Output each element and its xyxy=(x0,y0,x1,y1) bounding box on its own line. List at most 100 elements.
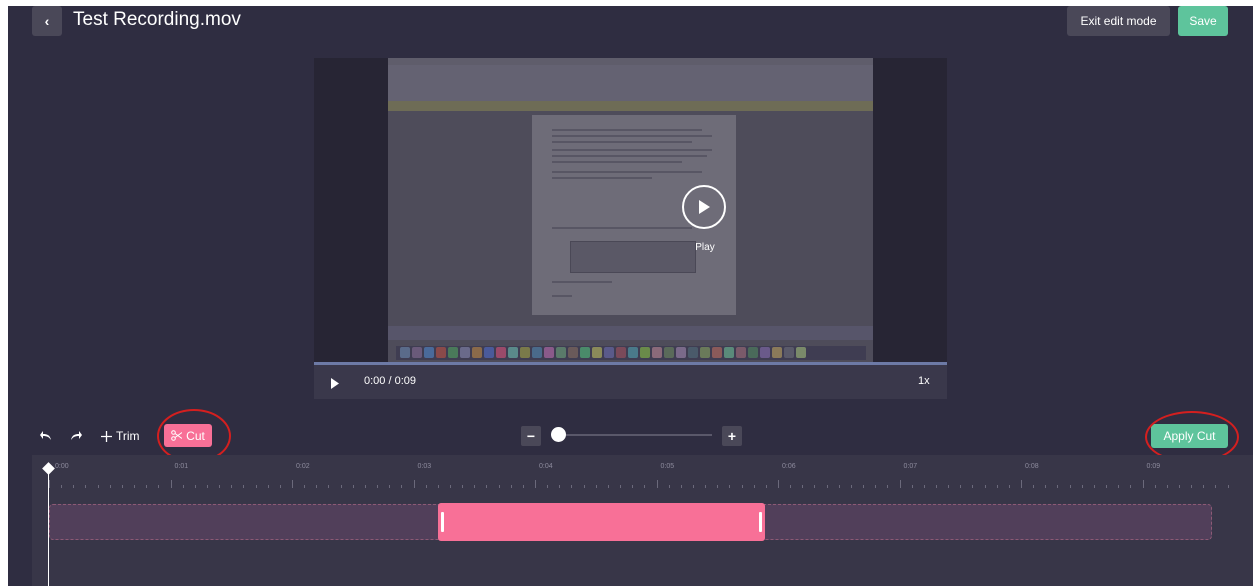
playhead xyxy=(48,469,49,586)
timeline-tick xyxy=(595,485,597,488)
zoom-in-button[interactable]: + xyxy=(722,426,742,446)
cut-button[interactable]: Cut xyxy=(164,424,212,447)
timeline-tick-label: 0:08 xyxy=(1025,463,1039,470)
timeline-tick xyxy=(279,485,281,488)
timeline-tick xyxy=(255,485,257,488)
timeline-tick xyxy=(705,485,707,488)
timeline-tick xyxy=(1215,485,1217,488)
timeline-tick xyxy=(656,480,658,488)
video-frame: Play xyxy=(388,58,873,362)
timeline-tick xyxy=(389,485,391,488)
timeline-tick xyxy=(474,485,476,488)
timeline-tick xyxy=(863,485,865,488)
timeline-tick xyxy=(1093,485,1095,488)
timeline-tick-label: 0:05 xyxy=(660,463,675,470)
timeline-tick xyxy=(510,485,512,488)
zoom-slider-handle[interactable] xyxy=(551,427,566,442)
timeline-tick xyxy=(134,485,136,488)
timeline-tick xyxy=(535,480,536,488)
timeline-tick xyxy=(875,485,877,488)
timeline-tick xyxy=(401,485,403,488)
timeline-tick xyxy=(243,485,245,488)
timeline-tick xyxy=(765,485,767,488)
timeline-tick xyxy=(61,485,63,488)
timeline-tick xyxy=(328,485,330,488)
timeline-tick-label: 0:06 xyxy=(782,463,796,470)
timeline-tick xyxy=(1081,485,1083,488)
exit-edit-mode-button[interactable]: Exit edit mode xyxy=(1067,6,1170,36)
timeline-tick xyxy=(1008,485,1010,488)
timeline-tick-label: 0:02 xyxy=(296,463,310,470)
redo-button[interactable] xyxy=(66,426,86,446)
back-button[interactable]: ‹ xyxy=(32,6,62,36)
timeline-tick xyxy=(899,480,901,488)
cut-start-handle[interactable] xyxy=(441,512,444,532)
timeline[interactable]: 0:00 0:01 0:02 0:03 0:04 0:05 0:06 0:07 0:08 0:09 xyxy=(32,455,1253,586)
timeline-tick xyxy=(911,485,913,488)
timeline-tick xyxy=(1033,485,1035,488)
timeline-tick xyxy=(219,485,221,488)
timeline-tick xyxy=(668,485,670,488)
minus-icon: − xyxy=(526,428,536,444)
timeline-tick-label: 0:07 xyxy=(903,463,918,470)
cut-end-handle[interactable] xyxy=(759,512,762,532)
playhead-handle[interactable] xyxy=(42,462,55,475)
timeline-tick xyxy=(170,480,172,488)
timeline-tick xyxy=(498,485,500,488)
timeline-tick xyxy=(364,485,366,488)
cut-label: Cut xyxy=(186,428,205,443)
apply-cut-button[interactable]: Apply Cut xyxy=(1151,424,1228,448)
save-button[interactable]: Save xyxy=(1178,6,1228,36)
timeline-tick xyxy=(680,485,682,488)
redo-icon xyxy=(71,431,82,440)
timeline-tick xyxy=(923,485,925,488)
play-label: Play xyxy=(695,242,715,253)
plus-icon: + xyxy=(727,428,737,444)
zoom-slider[interactable] xyxy=(552,434,712,436)
trim-button[interactable]: Trim xyxy=(101,425,140,447)
timeline-tick xyxy=(85,485,87,488)
undo-button[interactable] xyxy=(36,426,56,446)
zoom-out-button[interactable]: − xyxy=(521,426,541,446)
timeline-tick xyxy=(571,485,573,488)
timeline-tick xyxy=(231,485,233,488)
cut-selection[interactable] xyxy=(438,503,765,541)
timeline-tick xyxy=(826,485,828,488)
timeline-tick xyxy=(449,485,451,488)
timeline-tick xyxy=(49,480,50,488)
timeline-tick xyxy=(1227,485,1229,488)
page-title: Test Recording.mov xyxy=(73,9,241,30)
play-overlay-button[interactable] xyxy=(682,185,726,229)
timeline-tick xyxy=(1178,485,1180,488)
timeline-tick-label: 0:09 xyxy=(1146,463,1161,470)
timeline-tick xyxy=(948,485,950,488)
timeline-tick xyxy=(121,485,123,488)
timeline-tick xyxy=(996,485,998,488)
timeline-tick xyxy=(437,485,439,488)
play-icon xyxy=(331,378,339,389)
undo-icon xyxy=(40,431,51,440)
timeline-tick-label: 0:00 xyxy=(55,463,69,470)
timeline-tick xyxy=(1154,485,1156,488)
timeline-tick xyxy=(1057,485,1059,488)
timeline-tick xyxy=(729,485,731,488)
timeline-tick-label: 0:04 xyxy=(539,463,553,470)
timeline-tick xyxy=(1106,485,1108,488)
video-editor: ‹ Test Recording.mov Exit edit mode Save xyxy=(8,6,1253,586)
timeline-tick xyxy=(741,485,743,488)
play-button[interactable] xyxy=(330,376,340,394)
timeline-tick xyxy=(352,485,354,488)
timeline-tick xyxy=(632,485,634,488)
scissors-icon xyxy=(171,430,183,441)
timeline-tick xyxy=(838,485,840,488)
timeline-tick xyxy=(158,485,160,488)
timeline-tick xyxy=(620,485,622,488)
timeline-tick xyxy=(377,485,379,488)
trim-label: Trim xyxy=(116,429,140,443)
timeline-tick xyxy=(935,485,937,488)
timeline-tick xyxy=(1203,485,1205,488)
timeline-tick xyxy=(984,485,986,488)
timeline-tick xyxy=(462,485,464,488)
playback-speed-button[interactable]: 1x xyxy=(918,375,930,387)
timeline-tick xyxy=(206,485,208,488)
